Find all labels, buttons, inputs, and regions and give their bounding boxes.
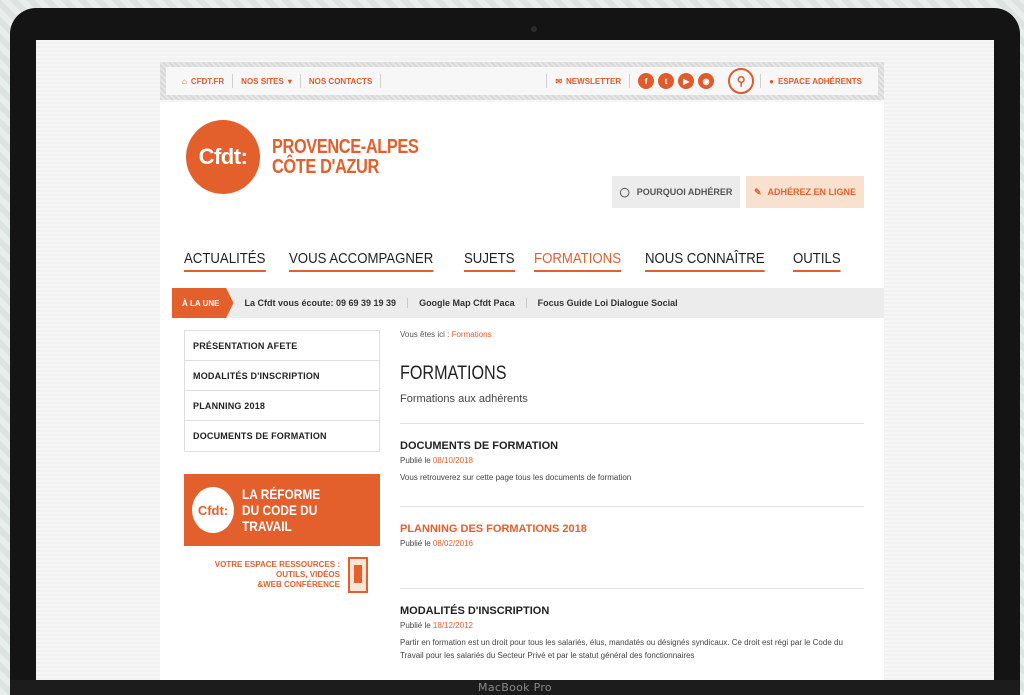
side-item-documents[interactable]: DOCUMENTS DE FORMATION (185, 421, 379, 451)
article-date: Publié le 18/12/2012 (400, 621, 473, 630)
search-button[interactable]: ⚲ (728, 68, 755, 94)
nav-formations[interactable]: FORMATIONS (533, 250, 621, 272)
article-item: MODALITÉS D'INSCRIPTION Publié le 18/12/… (400, 589, 864, 680)
speech-bubble-icon: ◯ (619, 186, 630, 197)
side-item-presentation[interactable]: PRÉSENTATION AFETE (185, 331, 379, 361)
headline-tag: À LA UNE (172, 288, 234, 318)
reform-promo-banner[interactable]: Cfdt: LA RÉFORME DU CODE DU TRAVAIL VOTR… (184, 474, 380, 604)
page-subtitle: Formations aux adhérents (400, 393, 864, 424)
article-title[interactable]: DOCUMENTS DE FORMATION (400, 440, 864, 452)
page-title: FORMATIONS (400, 363, 507, 384)
nav-nous-connaitre[interactable]: NOUS CONNAÎTRE (644, 250, 765, 272)
article-excerpt: Vous retrouverez sur cette page tous les… (400, 473, 632, 482)
chevron-down-icon: ▾ (287, 76, 292, 86)
side-menu: PRÉSENTATION AFETE MODALITÉS D'INSCRIPTI… (184, 330, 380, 452)
nav-outils[interactable]: OUTILS (792, 250, 841, 272)
laptop-frame: ⌂ CFDT.FR NOS SITES ▾ NOS CONTACTS ✉ NEW… (10, 8, 1020, 695)
headline-link[interactable]: Focus Guide Loi Dialogue Social (527, 298, 689, 308)
nav-sujets[interactable]: SUJETS (464, 250, 516, 272)
article-date: Publié le 08/10/2018 (400, 456, 473, 465)
article-title[interactable]: PLANNING DES FORMATIONS 2018 (400, 523, 864, 535)
nav-vous-accompagner[interactable]: VOUS ACCOMPAGNER (288, 250, 433, 272)
headline-link[interactable]: La Cfdt vous écoute: 09 69 39 19 39 (233, 298, 409, 308)
page-body: Cfdt: PROVENCE-ALPES CÔTE D'AZUR ◯ POURQ… (160, 102, 884, 680)
laptop-bezel-label: MacBook Pro (10, 680, 1020, 695)
sites-dropdown[interactable]: NOS SITES ▾ (233, 74, 301, 88)
youtube-icon[interactable]: ▶ (678, 73, 695, 89)
social-links: f t ▶ ◉ (630, 73, 722, 89)
book-icon (348, 557, 368, 593)
promo-logo: Cfdt: (192, 487, 234, 533)
newsletter-link[interactable]: ✉ NEWSLETTER (546, 74, 631, 88)
headline-bar: À LA UNE La Cfdt vous écoute: 09 69 39 1… (172, 288, 884, 318)
facebook-icon[interactable]: f (638, 73, 655, 89)
breadcrumb-current[interactable]: Formations (452, 330, 492, 339)
region-title: PROVENCE-ALPES CÔTE D'AZUR (272, 136, 419, 178)
home-link[interactable]: ⌂ CFDT.FR (174, 74, 234, 88)
side-item-planning[interactable]: PLANNING 2018 (185, 391, 379, 421)
cfdt-logo[interactable]: Cfdt: (186, 120, 260, 194)
browser-screen: ⌂ CFDT.FR NOS SITES ▾ NOS CONTACTS ✉ NEW… (36, 40, 994, 680)
contacts-link[interactable]: NOS CONTACTS (301, 74, 382, 88)
envelope-icon: ✉ (555, 76, 563, 86)
utility-bar: ⌂ CFDT.FR NOS SITES ▾ NOS CONTACTS ✉ NEW… (160, 62, 884, 100)
home-icon: ⌂ (182, 76, 187, 86)
why-join-button[interactable]: ◯ POURQUOI ADHÉRER (612, 176, 740, 208)
promo-text: VOTRE ESPACE RESSOURCES : OUTILS, VIDÉOS… (214, 560, 340, 589)
pencil-icon: ✎ (753, 186, 762, 197)
promo-title: LA RÉFORME DU CODE DU TRAVAIL (242, 486, 321, 534)
main-nav: ACTUALITÉS VOUS ACCOMPAGNER SUJETS FORMA… (184, 250, 841, 272)
join-online-button[interactable]: ✎ ADHÉREZ EN LIGNE (746, 176, 864, 208)
search-icon: ⚲ (736, 74, 746, 88)
rss-icon[interactable]: ◉ (698, 73, 715, 89)
camera-icon (531, 26, 537, 32)
breadcrumb: Vous êtes ici : Formations (400, 330, 492, 339)
article-title[interactable]: MODALITÉS D'INSCRIPTION (400, 605, 864, 617)
twitter-icon[interactable]: t (658, 73, 675, 89)
member-space-link[interactable]: ● ESPACE ADHÉRENTS (760, 74, 870, 88)
main-content: Vous êtes ici : Formations FORMATIONS Fo… (400, 330, 864, 680)
article-item: PLANNING DES FORMATIONS 2018 Publié le 0… (400, 507, 864, 589)
user-icon: ● (769, 76, 774, 86)
side-item-inscription[interactable]: MODALITÉS D'INSCRIPTION (185, 361, 379, 391)
article-item: DOCUMENTS DE FORMATION Publié le 08/10/2… (400, 424, 864, 507)
article-date: Publié le 08/02/2016 (400, 539, 473, 548)
article-excerpt: Partir en formation est un droit pour to… (400, 638, 843, 660)
headline-link[interactable]: Google Map Cfdt Paca (408, 298, 527, 308)
nav-actualites[interactable]: ACTUALITÉS (184, 250, 266, 272)
